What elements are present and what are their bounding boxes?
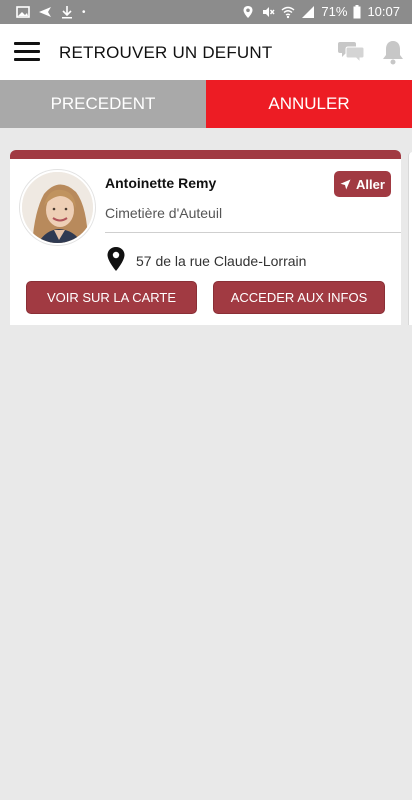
wifi-status-icon bbox=[281, 6, 295, 18]
access-info-button[interactable]: ACCEDER AUX INFOS bbox=[213, 281, 385, 314]
navigation-arrow-icon bbox=[340, 179, 351, 189]
divider bbox=[105, 232, 401, 233]
chat-icon[interactable] bbox=[337, 38, 365, 64]
app-bar: RETROUVER UN DEFUNT bbox=[0, 24, 412, 80]
notification-dot-icon: • bbox=[82, 6, 86, 18]
location-pin-icon bbox=[107, 247, 125, 271]
download-notification-icon bbox=[62, 6, 72, 19]
hamburger-menu-icon[interactable] bbox=[14, 42, 40, 62]
cemetery-name: Cimetière d'Auteuil bbox=[105, 205, 223, 221]
grave-address: 57 de la rue Claude-Lorrain bbox=[136, 253, 307, 269]
location-status-icon bbox=[243, 5, 253, 18]
cancel-button[interactable]: ANNULER bbox=[206, 80, 412, 128]
page-title: RETROUVER UN DEFUNT bbox=[59, 43, 273, 62]
status-bar: • 71% 10:07 bbox=[0, 0, 412, 24]
navigation-tabs: PRECEDENT ANNULER bbox=[0, 80, 412, 128]
card-header-strip bbox=[10, 150, 401, 159]
deceased-result-card: Antoinette Remy Cimetière d'Auteuil 57 d… bbox=[10, 150, 401, 325]
view-on-map-button[interactable]: VOIR SUR LA CARTE bbox=[26, 281, 197, 314]
mute-status-icon bbox=[263, 6, 275, 17]
go-directions-button[interactable]: Aller bbox=[334, 171, 391, 197]
portrait-photo bbox=[22, 172, 93, 243]
deceased-name: Antoinette Remy bbox=[105, 175, 217, 191]
next-card-edge bbox=[408, 152, 412, 325]
image-notification-icon bbox=[16, 6, 30, 18]
bell-icon[interactable] bbox=[379, 38, 407, 66]
send-notification-icon bbox=[39, 7, 51, 17]
clock: 10:07 bbox=[367, 4, 400, 19]
avatar bbox=[20, 170, 95, 245]
signal-status-icon bbox=[302, 5, 315, 18]
battery-icon bbox=[353, 4, 361, 18]
previous-button[interactable]: PRECEDENT bbox=[0, 80, 206, 128]
battery-percent: 71% bbox=[321, 4, 348, 19]
go-directions-label: Aller bbox=[356, 176, 385, 192]
